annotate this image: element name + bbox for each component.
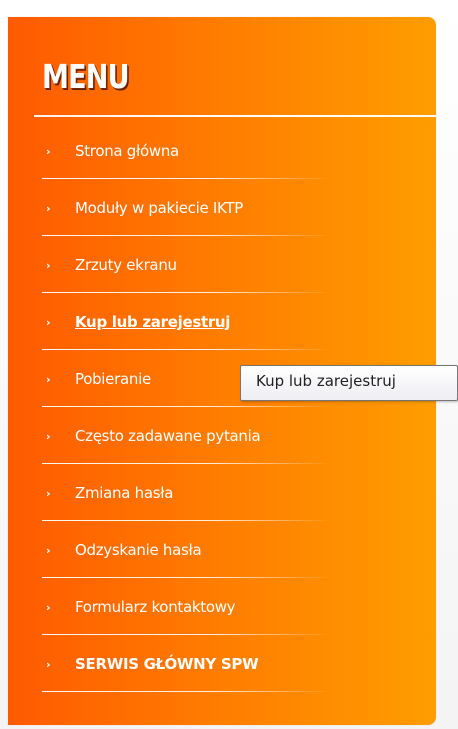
chevron-right-icon: › bbox=[46, 658, 51, 671]
menu-link-label: Zrzuty ekranu bbox=[75, 256, 177, 274]
page: MENU › Strona główna › Moduły w pakiecie… bbox=[0, 0, 458, 729]
menu-divider bbox=[42, 691, 332, 692]
menu-list: › Strona główna › Moduły w pakiecie IKTP… bbox=[8, 125, 436, 695]
menu-divider bbox=[42, 463, 332, 464]
menu-divider bbox=[42, 406, 332, 407]
menu-item: › Odzyskanie hasła bbox=[8, 524, 436, 581]
menu-divider bbox=[42, 178, 332, 179]
menu-link-label: Zmiana hasła bbox=[75, 484, 174, 502]
title-divider bbox=[34, 115, 436, 117]
menu-link-label: Moduły w pakiecie IKTP bbox=[75, 199, 244, 217]
menu-link-faq[interactable]: › Często zadawane pytania bbox=[46, 410, 366, 467]
menu-divider bbox=[42, 520, 332, 521]
chevron-right-icon: › bbox=[46, 373, 51, 386]
menu-divider bbox=[42, 292, 332, 293]
menu-link-label: Pobieranie bbox=[75, 370, 151, 388]
chevron-right-icon: › bbox=[46, 487, 51, 500]
link-tooltip: Kup lub zarejestruj bbox=[240, 365, 458, 401]
menu-link-label: Kup lub zarejestruj bbox=[75, 313, 231, 331]
menu-item: › SERWIS GŁÓWNY SPW bbox=[8, 638, 436, 695]
menu-link-label: Formularz kontaktowy bbox=[75, 598, 236, 616]
menu-link-formularz-kontaktowy[interactable]: › Formularz kontaktowy bbox=[46, 581, 366, 638]
menu-link-zmiana-hasla[interactable]: › Zmiana hasła bbox=[46, 467, 366, 524]
chevron-right-icon: › bbox=[46, 259, 51, 272]
menu-link-label: Odzyskanie hasła bbox=[75, 541, 202, 559]
menu-divider bbox=[42, 634, 332, 635]
menu-divider bbox=[42, 349, 332, 350]
menu-link-strona-glowna[interactable]: › Strona główna bbox=[46, 125, 366, 182]
menu-item: › Często zadawane pytania bbox=[8, 410, 436, 467]
menu-item: › Zrzuty ekranu bbox=[8, 239, 436, 296]
menu-divider bbox=[42, 235, 332, 236]
menu-link-moduly[interactable]: › Moduły w pakiecie IKTP bbox=[46, 182, 366, 239]
menu-link-label: SERWIS GŁÓWNY SPW bbox=[75, 655, 259, 673]
menu-item: › Kup lub zarejestruj bbox=[8, 296, 436, 353]
menu-link-label: Często zadawane pytania bbox=[75, 427, 261, 445]
chevron-right-icon: › bbox=[46, 145, 51, 158]
menu-item: › Strona główna bbox=[8, 125, 436, 182]
chevron-right-icon: › bbox=[46, 544, 51, 557]
chevron-right-icon: › bbox=[46, 430, 51, 443]
menu-title: MENU bbox=[42, 57, 130, 96]
menu-link-label: Strona główna bbox=[75, 142, 179, 160]
menu-link-serwis-glowny[interactable]: › SERWIS GŁÓWNY SPW bbox=[46, 638, 366, 695]
menu-divider bbox=[42, 577, 332, 578]
menu-item: › Moduły w pakiecie IKTP bbox=[8, 182, 436, 239]
chevron-right-icon: › bbox=[46, 601, 51, 614]
chevron-right-icon: › bbox=[46, 202, 51, 215]
menu-link-zrzuty-ekranu[interactable]: › Zrzuty ekranu bbox=[46, 239, 366, 296]
menu-item: › Formularz kontaktowy bbox=[8, 581, 436, 638]
chevron-right-icon: › bbox=[46, 316, 51, 329]
menu-link-odzyskanie-hasla[interactable]: › Odzyskanie hasła bbox=[46, 524, 366, 581]
menu-link-kup-lub-zarejestruj[interactable]: › Kup lub zarejestruj bbox=[46, 296, 366, 353]
menu-item: › Zmiana hasła bbox=[8, 467, 436, 524]
